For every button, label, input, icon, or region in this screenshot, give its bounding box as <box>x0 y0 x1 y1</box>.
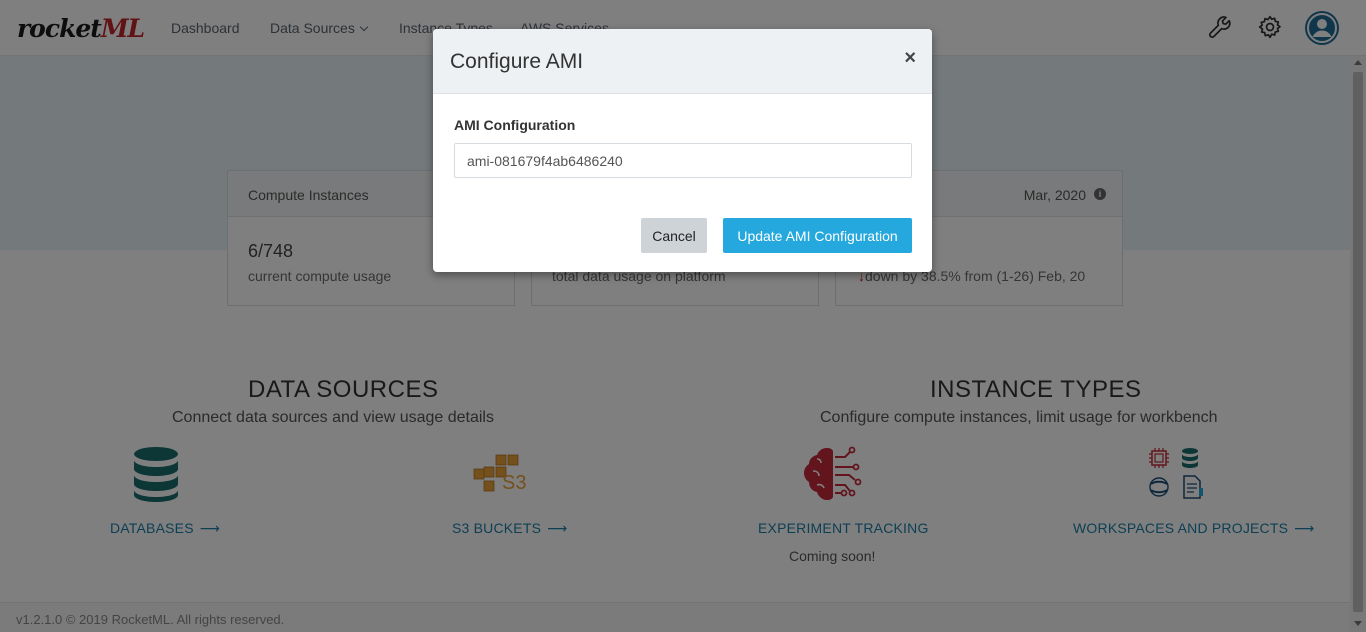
close-icon[interactable]: × <box>904 48 916 68</box>
update-ami-configuration-button[interactable]: Update AMI Configuration <box>723 218 912 253</box>
configure-ami-modal: Configure AMI × AMI Configuration Cancel… <box>433 29 932 272</box>
ami-configuration-label: AMI Configuration <box>454 117 576 133</box>
modal-title: Configure AMI <box>450 50 584 73</box>
modal-header: Configure AMI × <box>433 29 932 94</box>
cancel-button[interactable]: Cancel <box>641 218 707 253</box>
ami-configuration-input[interactable] <box>454 143 912 178</box>
